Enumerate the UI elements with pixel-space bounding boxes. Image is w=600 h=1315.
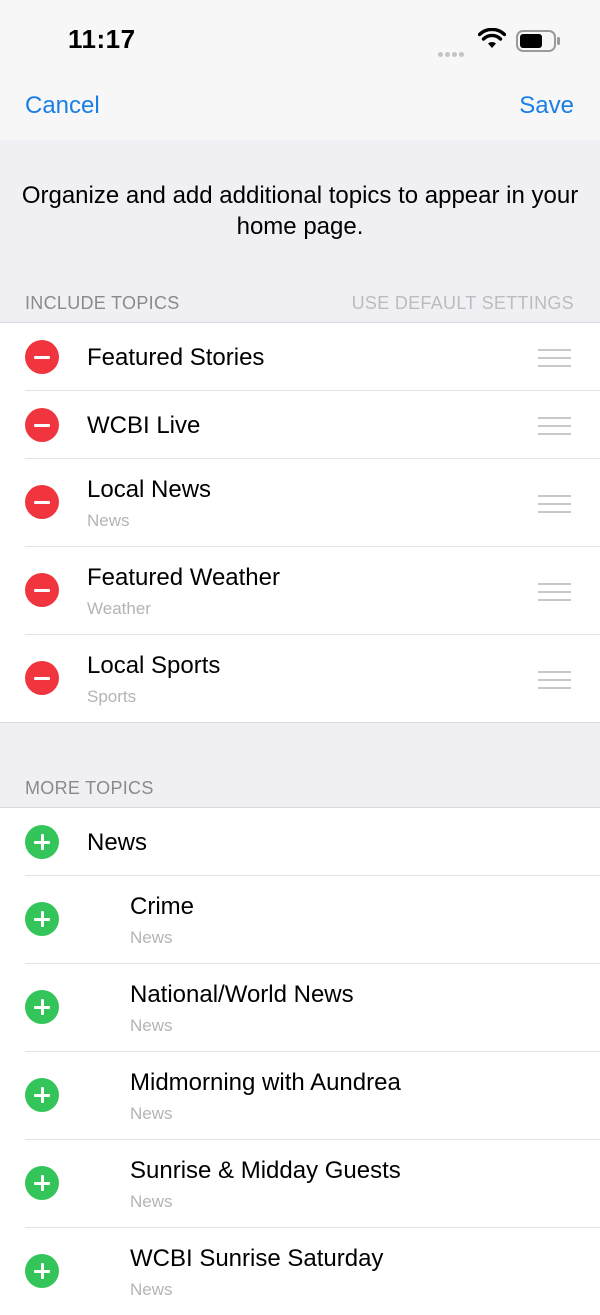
list-item[interactable]: WCBI Live — [25, 391, 600, 459]
topic-category: News — [130, 1016, 173, 1035]
wifi-icon — [477, 27, 507, 55]
topic-category: News — [87, 511, 130, 530]
list-item[interactable]: Midmorning with Aundrea News — [25, 1052, 600, 1140]
topic-title: National/World News — [130, 981, 354, 1008]
cellular-signal-icon — [438, 44, 466, 62]
add-icon[interactable] — [25, 1078, 59, 1112]
remove-icon[interactable] — [25, 340, 59, 374]
topic-title: Midmorning with Aundrea — [130, 1069, 401, 1096]
add-icon[interactable] — [25, 1166, 59, 1200]
more-topics-header: MORE TOPICS — [0, 769, 600, 805]
reorder-handle-icon[interactable] — [538, 417, 571, 435]
topic-title: News — [87, 829, 148, 856]
list-item[interactable]: WCBI Sunrise Saturday News — [25, 1228, 600, 1315]
topic-category: Weather — [87, 599, 151, 618]
topic-title: Local News — [87, 476, 212, 503]
add-icon[interactable] — [25, 902, 59, 936]
list-item[interactable]: News — [25, 808, 600, 876]
topic-title: WCBI Sunrise Saturday — [130, 1245, 384, 1272]
save-button[interactable]: Save — [519, 92, 574, 120]
add-icon[interactable] — [25, 1254, 59, 1288]
topic-title: Featured Weather — [87, 564, 280, 591]
topic-category: Sports — [87, 687, 137, 706]
battery-icon — [516, 30, 562, 57]
add-icon[interactable] — [25, 825, 59, 859]
use-default-settings-button[interactable]: USE DEFAULT SETTINGS — [352, 293, 574, 314]
intro-section: Organize and add additional topics to ap… — [0, 140, 600, 270]
list-item[interactable]: Sunrise & Midday Guests News — [25, 1140, 600, 1228]
list-item[interactable]: Featured Weather Weather — [25, 547, 600, 635]
topic-category: News — [130, 1280, 173, 1299]
reorder-handle-icon[interactable] — [538, 495, 571, 513]
include-topics-header: INCLUDE TOPICS USE DEFAULT SETTINGS — [0, 284, 600, 320]
reorder-handle-icon[interactable] — [538, 349, 571, 367]
navigation-bar: Cancel Save — [0, 80, 600, 140]
topic-title: Sunrise & Midday Guests — [130, 1157, 401, 1184]
list-item[interactable]: Local Sports Sports — [25, 635, 600, 722]
cancel-button[interactable]: Cancel — [25, 92, 100, 120]
list-item[interactable]: National/World News News — [25, 964, 600, 1052]
remove-icon[interactable] — [25, 573, 59, 607]
reorder-handle-icon[interactable] — [538, 583, 571, 601]
remove-icon[interactable] — [25, 661, 59, 695]
list-item[interactable]: Featured Stories — [25, 323, 600, 391]
remove-icon[interactable] — [25, 485, 59, 519]
more-topics-list: News Crime News National/World News News… — [0, 807, 600, 1315]
topic-title: WCBI Live — [87, 412, 201, 439]
status-time: 11:17 — [68, 24, 136, 54]
topic-category: News — [130, 1192, 173, 1211]
more-topics-title: MORE TOPICS — [25, 778, 154, 798]
add-icon[interactable] — [25, 990, 59, 1024]
reorder-handle-icon[interactable] — [538, 671, 571, 689]
list-item[interactable]: Crime News — [25, 876, 600, 964]
topic-category: News — [130, 1104, 173, 1123]
topic-title: Featured Stories — [87, 344, 265, 371]
status-bar: 11:17 — [0, 0, 600, 80]
remove-icon[interactable] — [25, 408, 59, 442]
list-item[interactable]: Local News News — [25, 459, 600, 547]
topic-category: News — [130, 928, 173, 947]
include-topics-title: INCLUDE TOPICS — [25, 293, 180, 313]
topic-title: Local Sports — [87, 652, 221, 679]
topic-title: Crime — [130, 893, 194, 920]
include-topics-list: Featured Stories WCBI Live Local News Ne… — [0, 322, 600, 723]
intro-text: Organize and add additional topics to ap… — [21, 182, 579, 240]
